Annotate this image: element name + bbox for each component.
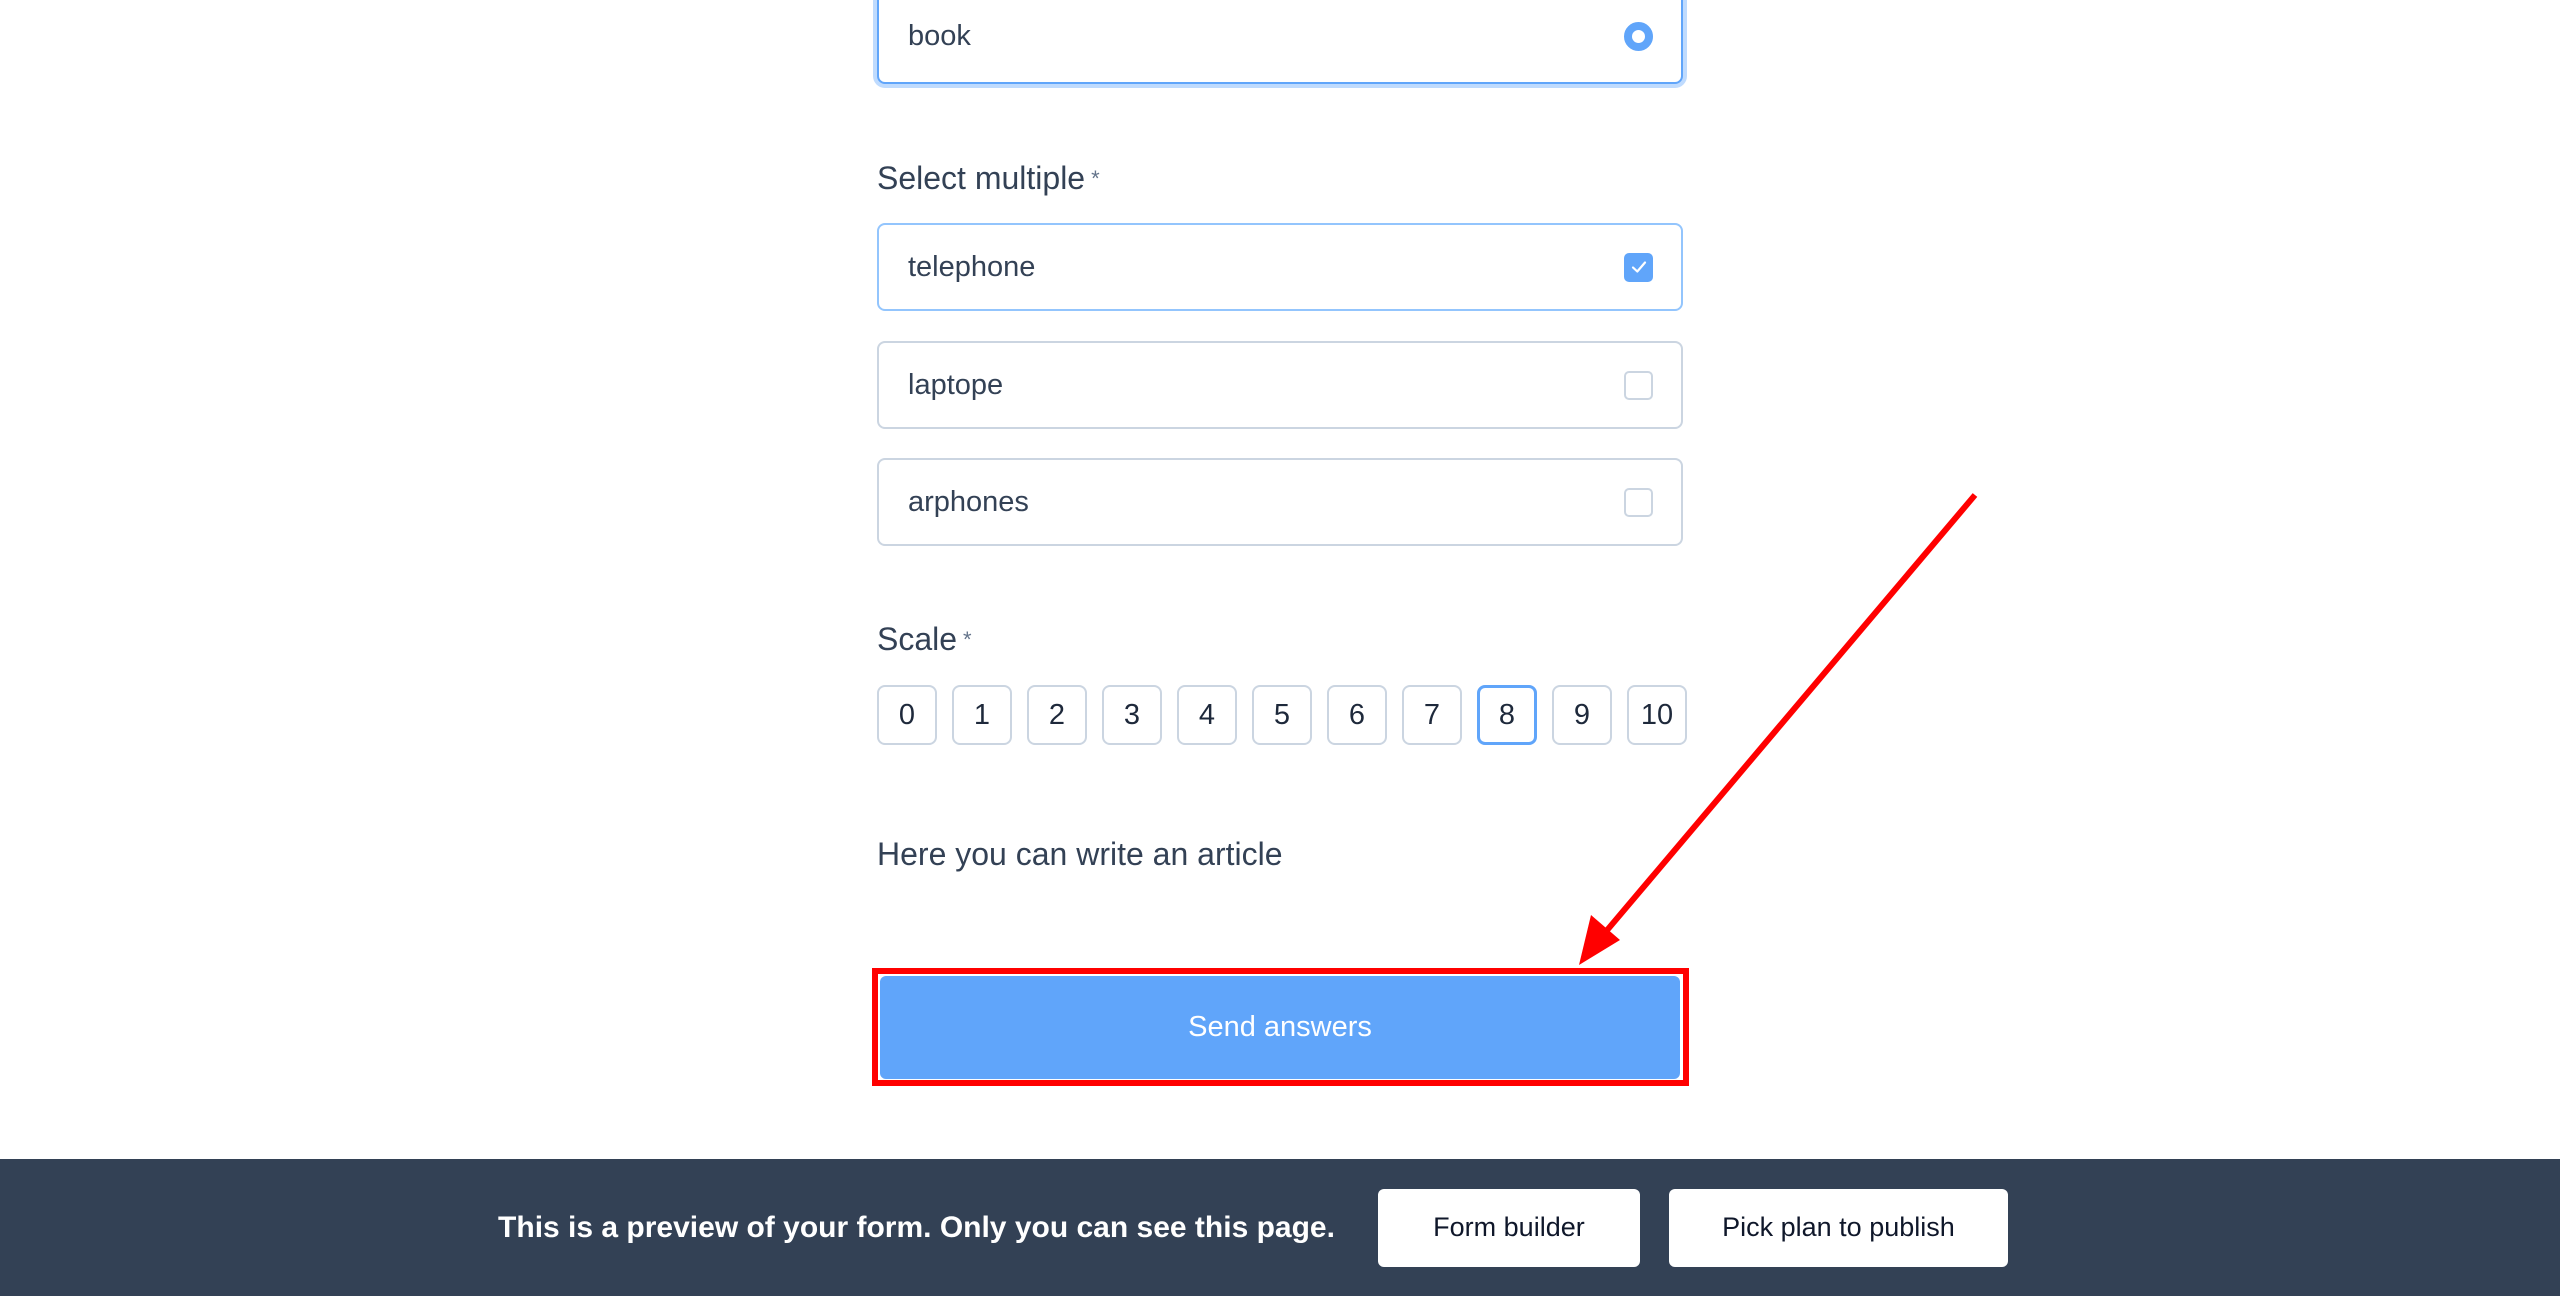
required-asterisk: * xyxy=(1091,166,1100,191)
scale-option-10[interactable]: 10 xyxy=(1627,685,1687,745)
scale-option-2[interactable]: 2 xyxy=(1027,685,1087,745)
scale-option-8[interactable]: 8 xyxy=(1477,685,1537,745)
article-text-block: Here you can write an article xyxy=(877,836,1283,872)
option-label: laptope xyxy=(908,368,1004,401)
scale-option-3[interactable]: 3 xyxy=(1102,685,1162,745)
form-preview-page: book Select multiple * telephone laptope … xyxy=(0,0,2560,1296)
option-label: arphones xyxy=(908,485,1029,518)
annotation-arrow-icon xyxy=(1579,493,1978,965)
preview-notice-text: This is a preview of your form. Only you… xyxy=(498,1210,1335,1244)
pick-plan-to-publish-button[interactable]: Pick plan to publish xyxy=(1668,1188,2008,1267)
preview-footer-bar: This is a preview of your form. Only you… xyxy=(0,1159,2560,1296)
checkbox-unchecked-icon[interactable] xyxy=(1624,487,1653,517)
question-title: Select multiple xyxy=(877,160,1086,196)
required-asterisk: * xyxy=(963,627,972,652)
scale-option-9[interactable]: 9 xyxy=(1552,685,1612,745)
scale-option-0[interactable]: 0 xyxy=(877,685,937,745)
option-label: book xyxy=(908,19,971,52)
form-builder-button[interactable]: Form builder xyxy=(1377,1188,1640,1267)
checkbox-unchecked-icon[interactable] xyxy=(1624,370,1653,400)
radio-selected-icon[interactable] xyxy=(1624,21,1653,51)
checkbox-option-telephone[interactable]: telephone xyxy=(877,223,1683,311)
radio-option-book[interactable]: book xyxy=(877,0,1683,84)
send-answers-button[interactable]: Send answers xyxy=(880,976,1680,1079)
question-label-scale: Scale * xyxy=(877,621,972,658)
scale-option-1[interactable]: 1 xyxy=(952,685,1012,745)
scale-option-5[interactable]: 5 xyxy=(1252,685,1312,745)
checkbox-checked-icon[interactable] xyxy=(1624,252,1653,282)
scale-options: 0 1 2 3 4 5 6 7 8 9 10 xyxy=(877,685,1687,745)
question-title: Scale xyxy=(877,621,958,657)
question-label-select-multiple: Select multiple * xyxy=(877,160,1100,197)
scale-option-6[interactable]: 6 xyxy=(1327,685,1387,745)
scale-option-7[interactable]: 7 xyxy=(1402,685,1462,745)
scale-option-4[interactable]: 4 xyxy=(1177,685,1237,745)
checkbox-option-arphones[interactable]: arphones xyxy=(877,458,1683,546)
option-label: telephone xyxy=(908,250,1036,283)
checkbox-option-laptope[interactable]: laptope xyxy=(877,341,1683,429)
